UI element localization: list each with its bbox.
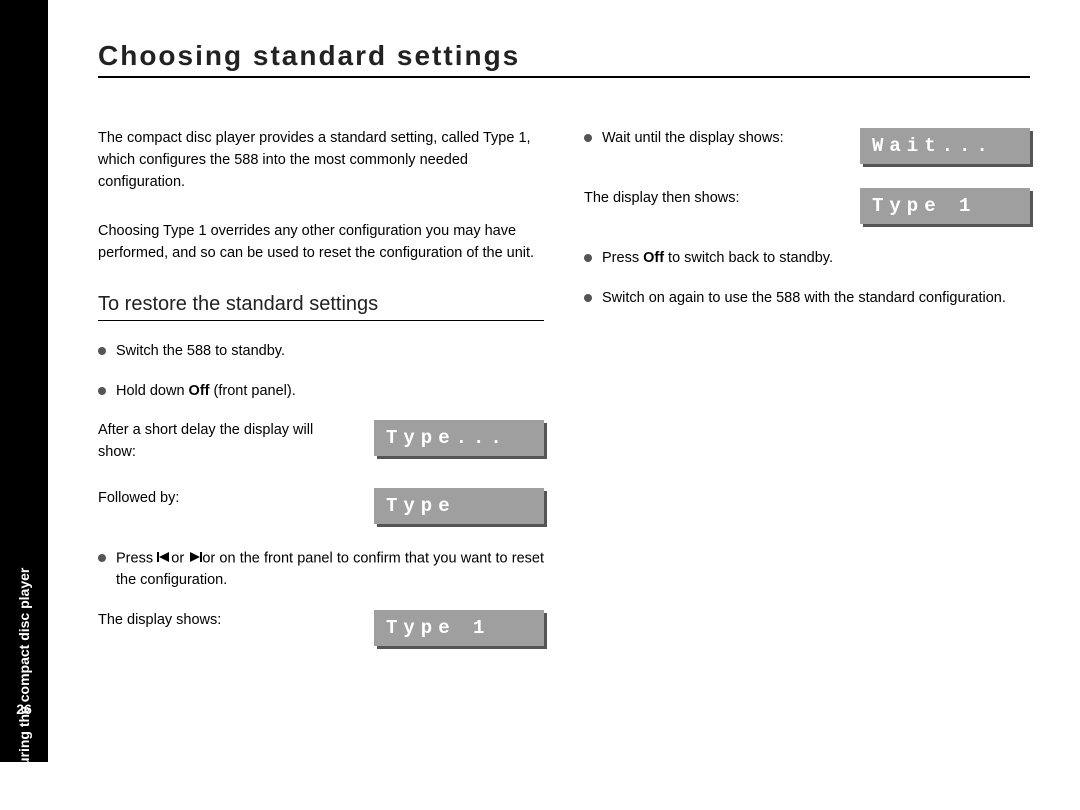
main-content: Choosing standard settings The compact d… [48, 0, 1080, 762]
step-standby: Switch the 588 to standby. [98, 341, 544, 363]
display-shows-text: The display shows: [98, 610, 354, 632]
display-type-dots: Type... [374, 420, 544, 456]
then-shows-text: The display then shows: [584, 188, 840, 210]
step-hold-off: Hold down Off (front panel). [98, 381, 544, 403]
display-type1-left: Type 1 [374, 610, 544, 646]
columns-container: The compact disc player provides a stand… [98, 128, 1030, 670]
title-underline [98, 76, 1030, 78]
step-press-off: Press Off to switch back to standby. [584, 248, 1030, 270]
step-hold-off-post: (front panel). [209, 383, 295, 399]
page-title: Choosing standard settings [98, 40, 1030, 78]
off-post: to switch back to standby. [664, 250, 833, 266]
after-delay-text: After a short delay the display will sho… [98, 420, 354, 464]
intro-para-1: The compact disc player provides a stand… [98, 128, 544, 193]
row-then-shows: The display then shows: Type 1 [584, 188, 1030, 224]
step-switch-on: Switch on again to use the 588 with the … [584, 288, 1030, 310]
title-text: Choosing standard settings [98, 40, 520, 71]
step-hold-off-bold: Off [189, 383, 210, 399]
page-number: 26 [16, 701, 32, 717]
step-hold-off-pre: Hold down [116, 383, 189, 399]
display-wait: Wait... [860, 128, 1030, 164]
row-wait: Wait until the display shows: Wait... [584, 128, 1030, 164]
step-press-confirm: Press or or on the front panel to confir… [98, 548, 544, 592]
display-type1-right: Type 1 [860, 188, 1030, 224]
off-bold: Off [643, 250, 664, 266]
off-pre: Press [602, 250, 643, 266]
sidebar: Configuring the compact disc player 26 [0, 0, 48, 762]
row-after-delay: After a short delay the display will sho… [98, 420, 544, 464]
subheading-restore: To restore the standard settings [98, 293, 544, 321]
intro-para-2: Choosing Type 1 overrides any other conf… [98, 221, 544, 265]
skip-forward-icon [188, 548, 202, 570]
row-display-shows: The display shows: Type 1 [98, 610, 544, 646]
press-pre: Press [116, 550, 157, 566]
row-followed-by: Followed by: Type [98, 488, 544, 524]
sidebar-section-label: Configuring the compact disc player [16, 568, 32, 810]
skip-back-icon [157, 548, 171, 570]
press-mid: or [171, 550, 188, 566]
wait-text: Wait until the display shows: [584, 128, 840, 150]
followed-by-text: Followed by: [98, 488, 354, 510]
left-column: The compact disc player provides a stand… [98, 128, 544, 670]
display-type: Type [374, 488, 544, 524]
right-column: Wait until the display shows: Wait... Th… [584, 128, 1030, 670]
